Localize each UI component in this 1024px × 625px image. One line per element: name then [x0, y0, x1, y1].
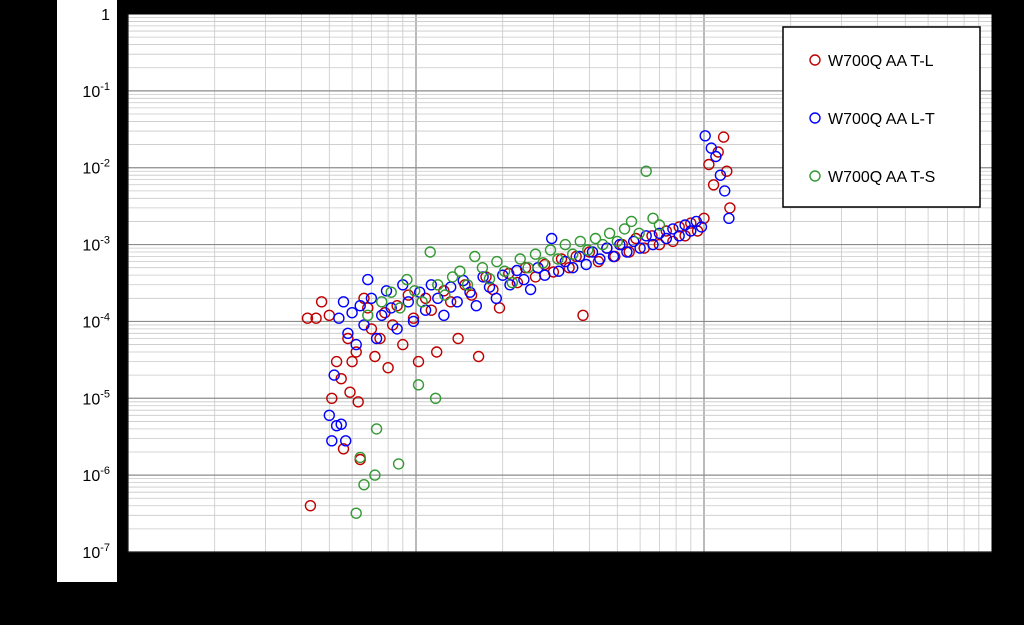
y-tick-label: 1 — [101, 7, 110, 24]
legend-label: W700Q AA T-S — [828, 169, 935, 186]
legend: W700Q AA T-L W700Q AA L-T W700Q AA T-S — [782, 26, 981, 208]
legend-label: W700Q AA L-T — [828, 111, 935, 128]
chart-svg: 10-710-610-510-410-310-210-11 W700Q AA T… — [57, 0, 993, 582]
legend-label: W700Q AA T-L — [828, 53, 934, 70]
